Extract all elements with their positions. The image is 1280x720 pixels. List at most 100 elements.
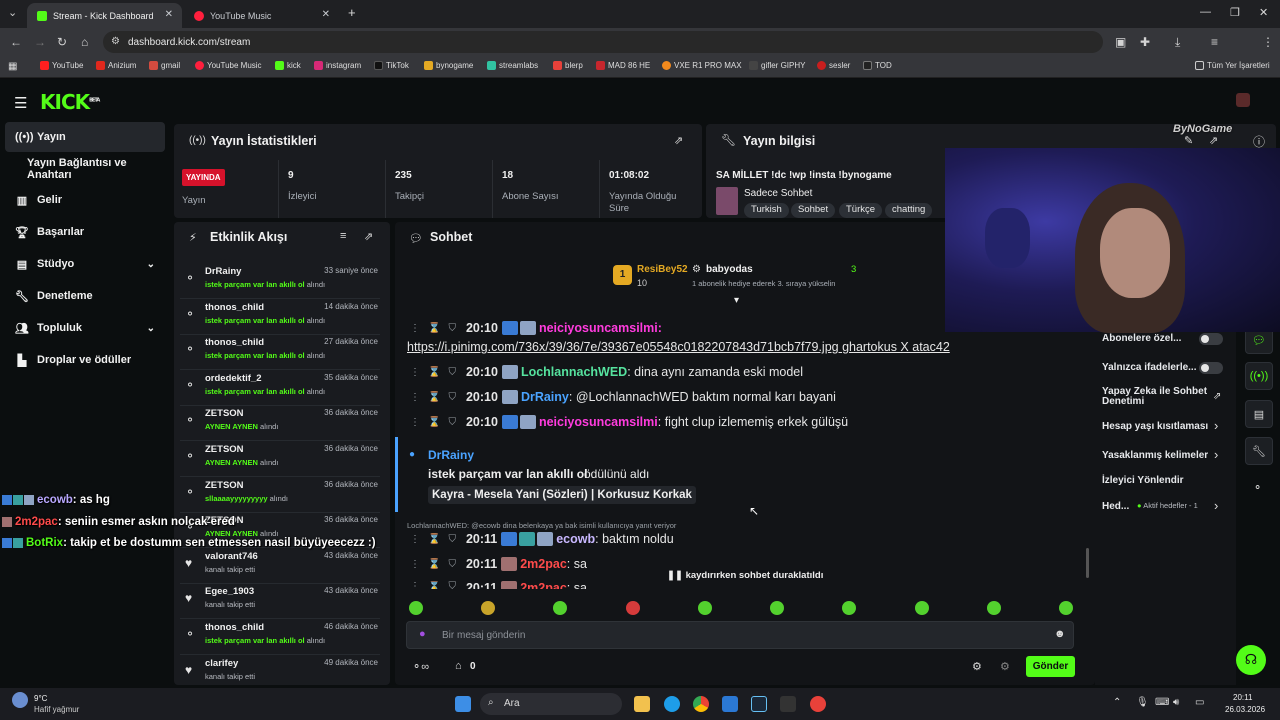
timeout-icon[interactable]: ⌛	[428, 367, 440, 378]
epic-icon[interactable]	[780, 696, 796, 712]
bookmark-youtube[interactable]: YouTube	[40, 61, 83, 70]
sidebar-item-studyo[interactable]: ▤ Stüdyo ⌄	[5, 249, 165, 279]
bot-icon[interactable]: ⚙	[1000, 660, 1010, 673]
subscribers-only-toggle[interactable]	[1199, 333, 1223, 345]
message-menu-icon[interactable]: ⋮	[410, 367, 420, 378]
weather-desc[interactable]: Hafif yağmur	[34, 705, 79, 714]
all-bookmarks[interactable]: Tüm Yer İşaretleri	[1195, 61, 1270, 70]
settings-gear-icon[interactable]: ⚙	[972, 660, 982, 673]
setting-account-age[interactable]: Hesap yaşı kısıtlaması	[1102, 421, 1208, 432]
clock-time[interactable]: 20:11	[1233, 693, 1252, 702]
emote-icon[interactable]	[770, 601, 784, 615]
bookmark-bynogame[interactable]: bynogame	[424, 61, 473, 70]
store-icon[interactable]	[722, 696, 738, 712]
download-icon[interactable]: ⤓	[1175, 35, 1180, 50]
message-menu-icon[interactable]: ⋮	[410, 559, 420, 570]
store-icon[interactable]: ⌂	[455, 660, 462, 672]
gift-user-name[interactable]: babyodas	[706, 264, 753, 275]
bookmark-mad86[interactable]: MAD 86 HE	[596, 61, 650, 70]
emote-icon[interactable]	[987, 601, 1001, 615]
tab-youtube-music[interactable]: YouTube Music ✕	[184, 3, 339, 28]
shield-icon[interactable]: ⛉	[448, 581, 456, 589]
file-explorer-icon[interactable]	[634, 696, 650, 712]
browser-menu-icon[interactable]: ⋮	[1262, 35, 1274, 49]
tag-turkce[interactable]: Türkçe	[839, 203, 883, 218]
sidebar-item-yayin[interactable]: ((•)) Yayın	[5, 122, 165, 152]
bookmark-anizium[interactable]: Anizium	[96, 61, 136, 70]
chat-paused-notice[interactable]: ❚❚ kaydırırken sohbet duraklatıldı	[664, 569, 827, 582]
expand-leaderboard-icon[interactable]: ▾	[734, 295, 739, 306]
new-tab-button[interactable]: +	[348, 5, 356, 20]
bookmark-vxe[interactable]: VXE R1 PRO MAX	[662, 61, 742, 70]
reload-icon[interactable]: ↻	[57, 35, 67, 49]
activity-username[interactable]: valorant746	[205, 551, 258, 562]
tray-chevron-icon[interactable]: ⌃	[1113, 697, 1121, 708]
activity-username[interactable]: DrRainy	[205, 266, 241, 277]
layout-tool-icon[interactable]: ▤	[1245, 400, 1273, 428]
chat-username[interactable]: LochlannachWED	[521, 365, 627, 379]
bookmark-streamlabs[interactable]: streamlabs	[487, 61, 538, 70]
battery-icon[interactable]: ▭	[1195, 697, 1204, 708]
emote-icon[interactable]	[626, 601, 640, 615]
edge-icon[interactable]	[664, 696, 680, 712]
activity-username[interactable]: thonos_child	[205, 622, 264, 633]
chevron-right-icon[interactable]: ›	[1214, 447, 1218, 462]
shield-icon[interactable]: ⛉	[448, 392, 456, 403]
edit-icon[interactable]: ✎	[1184, 134, 1193, 147]
chat-username[interactable]: 2m2pac	[520, 581, 567, 589]
windows-start-icon[interactable]	[455, 696, 471, 712]
close-window-icon[interactable]: ✕	[1259, 6, 1268, 19]
message-menu-icon[interactable]: ⋮	[410, 581, 420, 589]
chat-username[interactable]: neiciyosuncamsilmi	[539, 321, 658, 335]
message-menu-icon[interactable]: ⋮	[410, 534, 420, 545]
tab-search-icon[interactable]: ⌄	[8, 6, 17, 19]
send-button[interactable]: Gönder	[1026, 656, 1075, 677]
volume-icon[interactable]: 🔊︎	[1173, 697, 1179, 708]
emote-icon[interactable]	[481, 601, 495, 615]
redeem-username[interactable]: DrRainy	[428, 448, 474, 462]
microphone-icon[interactable]: ●	[419, 628, 426, 640]
extension-icon[interactable]: ▣	[1115, 35, 1126, 49]
chrome-icon[interactable]	[693, 696, 709, 712]
timeout-icon[interactable]: ⌛	[428, 559, 440, 570]
popout-icon[interactable]: ⇗	[674, 134, 683, 147]
tag-chatting[interactable]: chatting	[885, 203, 933, 218]
activity-username[interactable]: ZETSON	[205, 480, 244, 491]
sidebar-item-basarilar[interactable]: 🏆︎ Başarılar	[5, 217, 165, 247]
chat-username[interactable]: 2m2pac	[520, 557, 567, 571]
site-info-icon[interactable]: ⚙	[111, 36, 120, 47]
maximize-icon[interactable]: ❐	[1230, 6, 1240, 19]
chat-scrollbar[interactable]	[1086, 548, 1089, 578]
category-name[interactable]: Sadece Sohbet	[744, 188, 812, 199]
sidebar-item-denetleme[interactable]: 🔧︎ Denetleme	[5, 281, 165, 311]
tag-sohbet[interactable]: Sohbet	[791, 203, 836, 218]
broadcast-tool-icon[interactable]: ((•))	[1245, 362, 1273, 390]
forward-icon[interactable]: →	[34, 35, 46, 49]
emoji-picker-icon[interactable]: ☻	[1054, 628, 1066, 640]
sidebar-item-droplar[interactable]: ▙ Droplar ve ödüller	[5, 345, 165, 375]
wrench-tool-icon[interactable]: 🔧︎	[1245, 437, 1273, 465]
top-gifter-name[interactable]: ResiBey52	[637, 264, 688, 275]
weather-icon[interactable]	[12, 692, 28, 708]
sidebar-item-topluluk[interactable]: 👥︎ Topluluk ⌄	[5, 313, 165, 343]
emote-icon[interactable]	[842, 601, 856, 615]
emote-icon[interactable]	[409, 601, 423, 615]
support-button[interactable]: ☊	[1236, 645, 1266, 675]
external-link-icon[interactable]: ⇗	[1213, 391, 1221, 402]
bookmark-tod[interactable]: TOD	[863, 61, 892, 70]
weather-temp[interactable]: 9°C	[34, 694, 47, 703]
message-menu-icon[interactable]: ⋮	[410, 417, 420, 428]
chat-username[interactable]: neiciyosuncamsilmi	[539, 415, 658, 429]
activity-username[interactable]: ordedektif_2	[205, 373, 262, 384]
channel-points-icon[interactable]: ⚬∞	[412, 660, 429, 673]
setting-ai-moderation[interactable]: Yapay Zeka ile Sohbet Denetimi	[1102, 387, 1214, 407]
home-icon[interactable]: ⌂	[81, 35, 88, 49]
url-field[interactable]: ⚙ dashboard.kick.com/stream	[103, 31, 1103, 53]
timeout-icon[interactable]: ⌛	[428, 534, 440, 545]
app-icon[interactable]	[810, 696, 826, 712]
tab-kick-dashboard[interactable]: Stream - Kick Dashboard ✕	[27, 3, 182, 28]
activity-username[interactable]: Egee_1903	[205, 586, 254, 597]
close-tab-icon[interactable]: ✕	[322, 9, 330, 20]
bookmark-kick[interactable]: kick	[275, 61, 301, 70]
activity-username[interactable]: ZETSON	[205, 408, 244, 419]
